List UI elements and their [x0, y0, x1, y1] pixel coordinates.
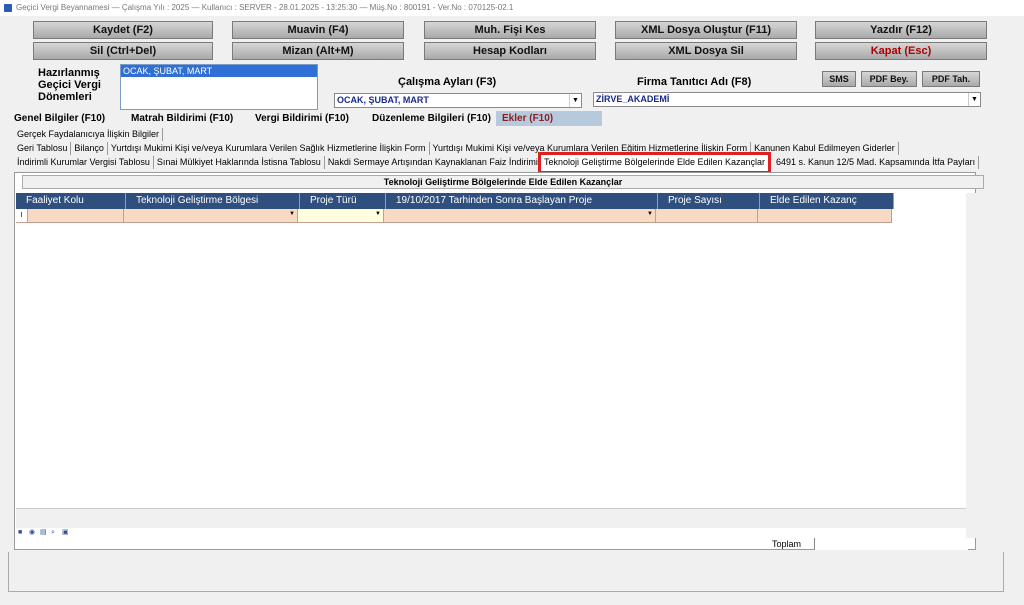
total-value — [814, 538, 968, 550]
firm-combo[interactable]: ZİRVE_AKADEMİ ▼ — [593, 92, 981, 107]
muavin-button[interactable]: Muavin (F4) — [232, 21, 404, 39]
tab-tax-base[interactable]: Matrah Bildirimi (F10) — [131, 111, 233, 126]
tab-tax-notice[interactable]: Vergi Bildirimi (F10) — [255, 111, 349, 126]
save-icon[interactable]: ■ — [18, 529, 26, 537]
cell-activity-branch[interactable] — [28, 209, 124, 223]
subtab-balance-sheet[interactable]: Bilanço — [71, 142, 108, 155]
pdf-accrual-button[interactable]: PDF Tah. — [922, 71, 980, 87]
grid-toolbar: ■ ◉ ▤ ⌕ ▣ — [18, 529, 70, 537]
view-icon[interactable]: ◉ — [29, 529, 37, 537]
periods-label-line2: Geçici Vergi — [38, 79, 101, 91]
chevron-down-icon[interactable]: ▼ — [647, 211, 653, 217]
row-marker: I — [16, 209, 28, 223]
subtab-health-services-form[interactable]: Yurtdışı Mukimi Kişi ve/veya Kurumlara V… — [108, 142, 430, 155]
sms-button[interactable]: SMS — [822, 71, 856, 87]
subtab-technology-zones[interactable]: Teknoloji Geliştirme Bölgelerinde Elde E… — [538, 152, 771, 174]
periods-listbox[interactable]: OCAK, ŞUBAT, MART — [120, 64, 318, 110]
col-project-type[interactable]: Proje Türü — [300, 193, 386, 209]
work-months-label: Çalışma Ayları (F3) — [398, 76, 497, 88]
window-title: Geçici Vergi Beyannamesi — Çalışma Yılı … — [16, 3, 514, 12]
col-project-count[interactable]: Proje Sayısı — [658, 193, 760, 209]
tab-attachments[interactable]: Ekler (F10) — [496, 111, 602, 126]
window-titlebar: Geçici Vergi Beyannamesi — Çalışma Yılı … — [0, 0, 1024, 16]
bottom-frame — [8, 552, 1004, 592]
subtab-amortization-shares[interactable]: 6491 s. Kanun 12/5 Mad. Kapsamında İtfa … — [773, 156, 980, 169]
tab-general-info[interactable]: Genel Bilgiler (F10) — [14, 111, 105, 126]
account-codes-button[interactable]: Hesap Kodları — [424, 42, 596, 60]
grid-header: Faaliyet Kolu Teknoloji Geliştirme Bölge… — [16, 193, 894, 209]
total-label: Toplam — [772, 539, 802, 549]
app-icon — [4, 4, 12, 12]
chevron-down-icon[interactable]: ▼ — [968, 93, 980, 106]
chevron-down-icon[interactable]: ▼ — [289, 211, 295, 217]
accounting-slip-button[interactable]: Muh. Fişi Kes — [424, 21, 596, 39]
subtab-cash-capital-interest[interactable]: Nakdi Sermaye Artışından Kaynaklanan Fai… — [325, 156, 542, 169]
cell-tech-zone[interactable]: ▼ — [124, 209, 298, 223]
save-button[interactable]: Kaydet (F2) — [33, 21, 213, 39]
periods-selected-item[interactable]: OCAK, ŞUBAT, MART — [121, 65, 317, 77]
periods-label-line3: Dönemleri — [38, 91, 92, 103]
col-project-after-date[interactable]: 19/10/2017 Tarhinden Sonra Başlayan Proj… — [386, 193, 658, 209]
search-icon[interactable]: ⌕ — [51, 529, 59, 537]
col-earned-income[interactable]: Elde Edilen Kazanç — [760, 193, 894, 209]
chevron-down-icon[interactable]: ▼ — [569, 94, 581, 107]
firm-value: ZİRVE_AKADEMİ — [596, 94, 670, 104]
cell-project-count[interactable] — [656, 209, 758, 223]
document-icon[interactable]: ▤ — [40, 529, 48, 537]
subtab-non-deductible-expenses[interactable]: Kanunen Kabul Edilmeyen Giderler — [751, 142, 899, 155]
print-button[interactable]: Yazdır (F12) — [815, 21, 987, 39]
print-icon[interactable]: ▣ — [62, 529, 70, 537]
subtab-reduced-corporate-tax[interactable]: İndirimli Kurumlar Vergisi Tablosu — [14, 156, 154, 169]
mizan-button[interactable]: Mizan (Alt+M) — [232, 42, 404, 60]
xml-delete-button[interactable]: XML Dosya Sil — [615, 42, 797, 60]
periods-label: Hazırlanmış Geçici Vergi Dönemleri — [38, 67, 101, 103]
work-months-value: OCAK, ŞUBAT, MART — [337, 95, 429, 105]
content-panel — [14, 172, 976, 550]
col-tech-zone[interactable]: Teknoloji Geliştirme Bölgesi — [126, 193, 300, 209]
pdf-declaration-button[interactable]: PDF Bey. — [861, 71, 917, 87]
delete-button[interactable]: Sil (Ctrl+Del) — [33, 42, 213, 60]
table-row[interactable]: I ▼ ▼ ▼ — [16, 209, 892, 223]
cell-project-type[interactable]: ▼ — [298, 209, 384, 223]
cell-project-after-date[interactable]: ▼ — [384, 209, 656, 223]
col-activity-branch[interactable]: Faaliyet Kolu — [16, 193, 126, 209]
subtab-row-1: Gerçek Faydalanıcıya İlişkin Bilgiler — [14, 128, 164, 141]
chevron-down-icon[interactable]: ▼ — [375, 211, 381, 217]
cell-earned-income[interactable] — [758, 209, 892, 223]
subtab-beneficial-owner[interactable]: Gerçek Faydalanıcıya İlişkin Bilgiler — [14, 128, 164, 141]
panel-title: Teknoloji Geliştirme Bölgelerinde Elde E… — [22, 175, 984, 189]
subtab-row-3-tail: 6491 s. Kanun 12/5 Mad. Kapsamında İtfa … — [773, 156, 980, 169]
firm-label: Firma Tanıtıcı Adı (F8) — [637, 76, 752, 88]
subtab-income-table[interactable]: Geri Tablosu — [14, 142, 72, 155]
subtab-industrial-property[interactable]: Sınai Mülkiyet Haklarında İstisna Tablos… — [154, 156, 325, 169]
xml-create-button[interactable]: XML Dosya Oluştur (F11) — [615, 21, 797, 39]
tab-arrangement-info[interactable]: Düzenleme Bilgileri (F10) — [372, 111, 491, 126]
vertical-scrollbar[interactable] — [966, 193, 976, 538]
subtab-row-3: İndirimli Kurumlar Vergisi Tablosu Sınai… — [14, 156, 542, 169]
work-months-combo[interactable]: OCAK, ŞUBAT, MART ▼ — [334, 93, 582, 108]
close-button[interactable]: Kapat (Esc) — [815, 42, 987, 60]
periods-label-line1: Hazırlanmış — [38, 67, 100, 79]
horizontal-scrollbar[interactable] — [16, 508, 966, 528]
